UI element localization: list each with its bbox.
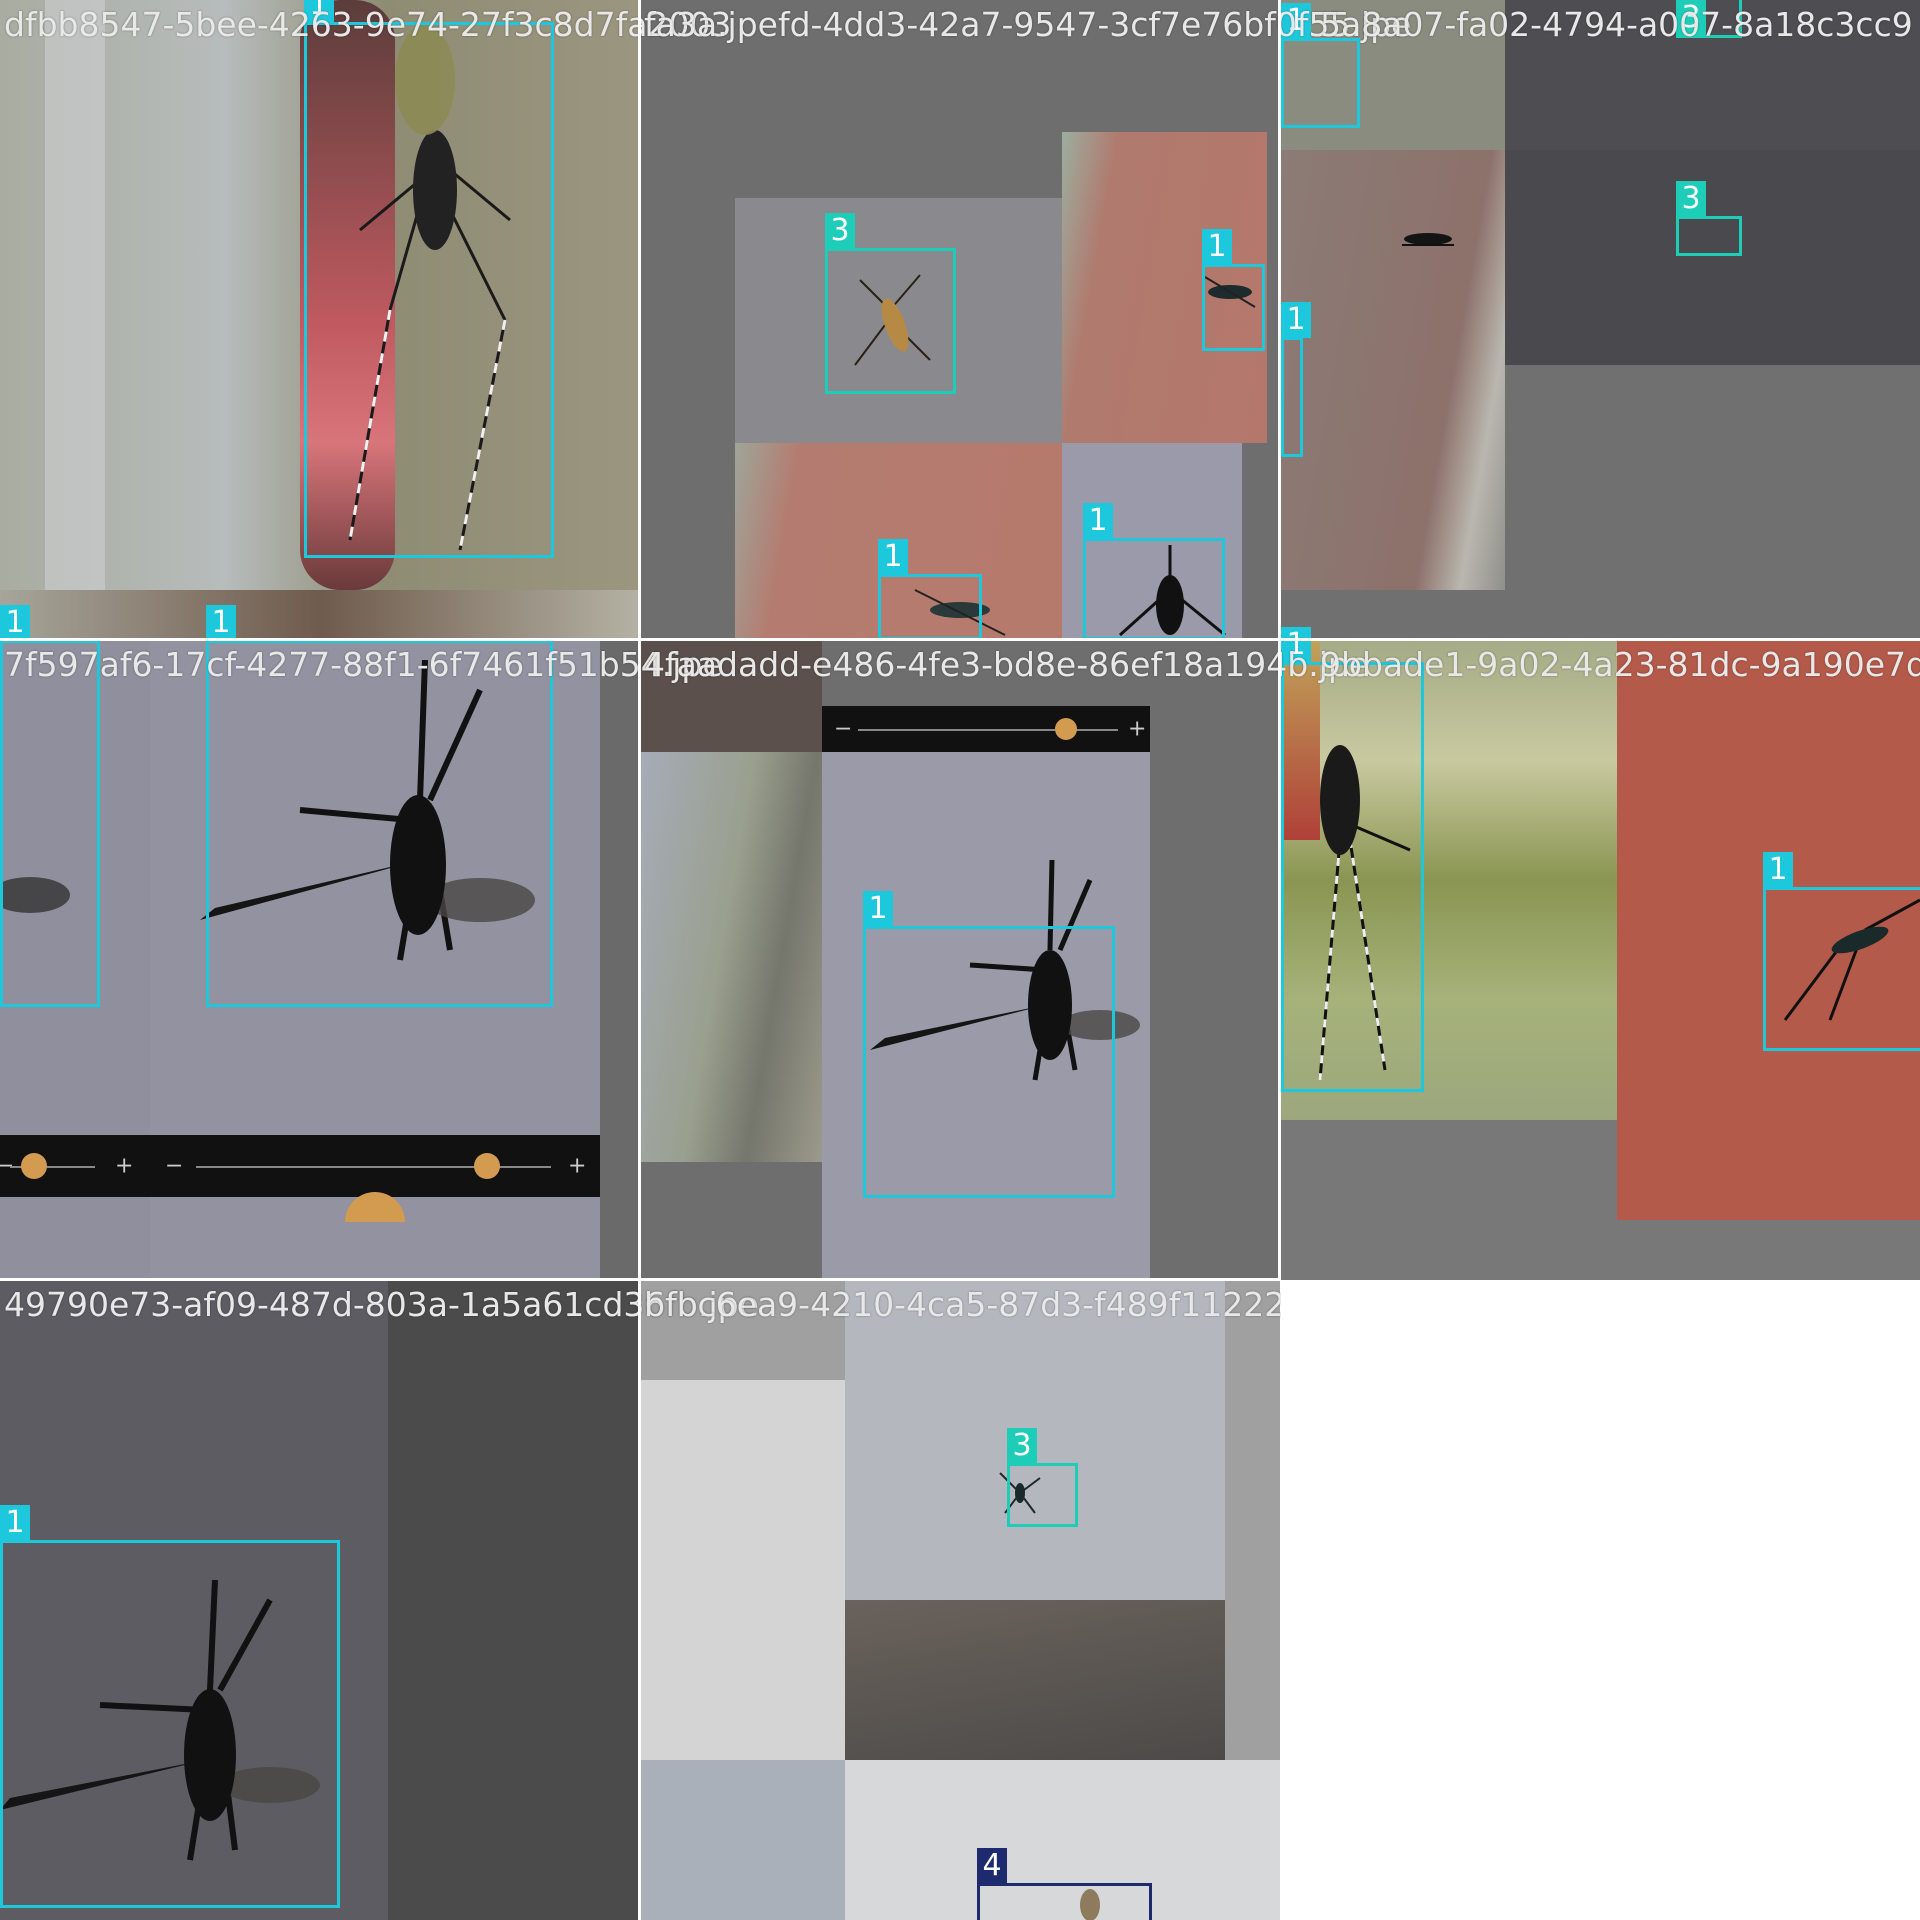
- bounding-box: 1: [1281, 3, 1360, 128]
- slider-knob[interactable]: [1055, 718, 1077, 740]
- slider-knob[interactable]: [474, 1153, 500, 1179]
- zoom-slider[interactable]: − +: [822, 706, 1150, 752]
- zoom-out-button[interactable]: −: [834, 717, 852, 742]
- class-label: 1: [0, 605, 30, 641]
- bounding-box: 4: [977, 1848, 1152, 1920]
- class-label: 1: [1281, 302, 1311, 338]
- tile-image: [1280, 0, 1920, 640]
- class-label: 1: [206, 605, 236, 641]
- class-label: 1: [878, 539, 908, 575]
- zoom-out-button[interactable]: −: [165, 1154, 183, 1179]
- bounding-box: 1: [304, 0, 554, 558]
- bounding-box: 1: [863, 891, 1115, 1198]
- class-label: 1: [1763, 852, 1793, 888]
- bounding-box: 1: [1763, 852, 1920, 1051]
- bounding-box: 3: [825, 213, 956, 394]
- bounding-box: 1: [1083, 503, 1225, 640]
- bounding-box: 1: [878, 539, 982, 640]
- tile-filename: fa3a.jpefd-4dd3-42a7-9547-3cf7e76bf0f55.…: [644, 5, 1412, 44]
- detection-mosaic: − + − + − + dfbb8547-5bee-4263-9e74-27f3…: [0, 0, 1920, 1920]
- class-label: 1: [1083, 503, 1113, 539]
- bounding-box: 3: [1007, 1428, 1078, 1527]
- bounding-box: 1: [1281, 302, 1311, 457]
- tile-filename: 5a8a07-fa02-4794-a007-8a18c3cc9: [1320, 5, 1913, 44]
- class-label: 4: [977, 1848, 1007, 1884]
- zoom-in-button[interactable]: +: [1128, 717, 1146, 742]
- class-label: 3: [825, 213, 855, 249]
- slider-knob[interactable]: [21, 1153, 47, 1179]
- class-label: 3: [1007, 1428, 1037, 1464]
- class-label: 3: [1676, 181, 1706, 217]
- class-label: 1: [863, 891, 893, 927]
- tile-filename: bfbc6ea9-4210-4ca5-87d3-f489f11222f8.jpe: [644, 1285, 1379, 1324]
- tile-filename: 9bbade1-9a02-4a23-81dc-9a190e7d: [1320, 645, 1920, 684]
- zoom-in-button[interactable]: +: [568, 1154, 586, 1179]
- bounding-box: 1: [1281, 627, 1424, 1092]
- bounding-box: 1: [1202, 229, 1265, 351]
- bounding-box: 1: [206, 605, 553, 1007]
- bounding-box: 1: [0, 1505, 340, 1908]
- class-label: 1: [1202, 229, 1232, 265]
- bounding-box: 1: [0, 605, 100, 1007]
- tile-filename: 4faadadd-e486-4fe3-bd8e-86ef18a194b.jpe: [644, 645, 1370, 684]
- tile-filename: dfbb8547-5bee-4263-9e74-27f3c8d7fa2003: [4, 5, 732, 44]
- zoom-slider[interactable]: − + − +: [0, 1135, 600, 1197]
- zoom-in-button[interactable]: +: [115, 1154, 133, 1179]
- tile-image: [640, 1280, 1280, 1920]
- tile-filename: 7f597af6-17cf-4277-88f1-6f7461f51b54.jpe: [4, 645, 723, 684]
- class-label: 1: [0, 1505, 30, 1541]
- bounding-box: 3: [1676, 181, 1742, 256]
